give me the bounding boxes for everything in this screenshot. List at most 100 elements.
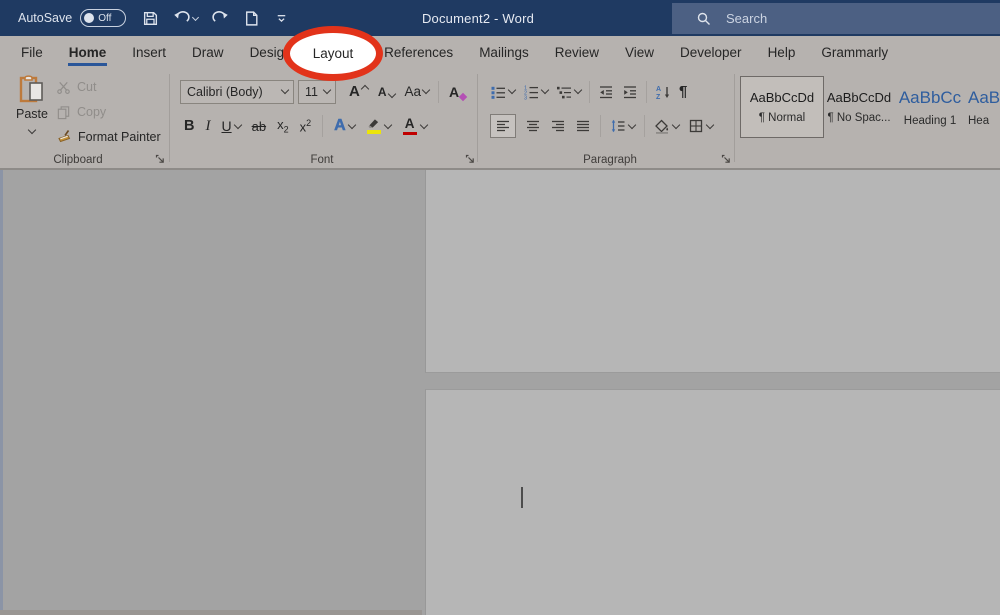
bold-button[interactable]: B xyxy=(184,118,194,134)
new-file-icon[interactable] xyxy=(243,10,260,27)
tab-review[interactable]: Review xyxy=(542,36,612,68)
font-name-combo[interactable]: Calibri (Body) xyxy=(180,80,294,104)
align-right-icon[interactable] xyxy=(550,118,566,134)
search-box[interactable] xyxy=(672,3,1000,34)
align-left-button[interactable] xyxy=(490,114,516,138)
numbering-dropdown-icon[interactable] xyxy=(541,86,549,94)
line-spacing-icon xyxy=(610,118,626,134)
bullets-dropdown-icon[interactable] xyxy=(508,86,516,94)
annotation-red-circle-icon xyxy=(283,26,383,81)
search-icon xyxy=(696,11,712,27)
paste-dropdown-icon[interactable] xyxy=(28,126,36,134)
copy-icon xyxy=(56,105,71,120)
underline-dropdown-icon[interactable] xyxy=(233,120,241,128)
font-color-button[interactable]: A xyxy=(402,117,427,135)
search-input[interactable] xyxy=(724,10,948,27)
format-painter-button[interactable]: Format Painter xyxy=(56,126,161,148)
font-size-dropdown-icon[interactable] xyxy=(323,86,331,94)
multilevel-list-button[interactable] xyxy=(556,84,581,100)
document-canvas[interactable] xyxy=(0,170,1000,615)
copy-button[interactable]: Copy xyxy=(56,101,106,123)
group-separator xyxy=(169,74,170,162)
italic-button[interactable]: I xyxy=(205,118,210,135)
text-effects-dropdown-icon[interactable] xyxy=(347,120,355,128)
style-heading-2-clipped[interactable]: AaB Hea xyxy=(966,76,1000,138)
subscript-button[interactable]: x2 xyxy=(277,118,289,135)
tab-grammarly[interactable]: Grammarly xyxy=(808,36,901,68)
save-icon[interactable] xyxy=(142,10,159,27)
multilevel-dropdown-icon[interactable] xyxy=(574,86,582,94)
style-preview: AaBbCcDd xyxy=(827,90,891,105)
font-group: Calibri (Body) 11 A A Aa xyxy=(172,68,478,168)
styles-gallery: AaBbCcDd ¶ Normal AaBbCcDd ¶ No Spac... … xyxy=(740,76,1000,138)
title-bar: AutoSave Off Document2 - Word xyxy=(0,0,1000,36)
text-effects-glyph: A xyxy=(334,117,346,135)
font-size-combo[interactable]: 11 xyxy=(298,80,336,104)
style-heading-1[interactable]: AaBbCc Heading 1 xyxy=(894,76,966,138)
tab-references[interactable]: References xyxy=(371,36,466,68)
tab-developer[interactable]: Developer xyxy=(667,36,755,68)
tab-mailings[interactable]: Mailings xyxy=(466,36,542,68)
clipboard-dialog-launcher-icon[interactable] xyxy=(154,153,166,165)
bullets-button[interactable] xyxy=(490,84,515,100)
paragraph-dialog-launcher-icon[interactable] xyxy=(720,153,732,165)
grow-font-button[interactable]: A xyxy=(344,84,373,99)
justify-icon[interactable] xyxy=(575,118,591,134)
window-left-edge xyxy=(0,170,3,615)
page-1[interactable] xyxy=(425,170,1000,373)
undo-dropdown-icon[interactable] xyxy=(192,13,199,20)
multilevel-list-icon xyxy=(556,84,572,100)
strikethrough-button[interactable]: ab xyxy=(252,119,266,134)
shading-button[interactable] xyxy=(654,118,679,134)
font-group-label: Font xyxy=(272,152,372,168)
autosave-toggle[interactable]: Off xyxy=(80,9,126,27)
paste-button[interactable]: Paste xyxy=(10,74,54,148)
underline-button[interactable]: U xyxy=(221,118,240,134)
borders-button[interactable] xyxy=(688,118,713,134)
page-2[interactable] xyxy=(425,389,1000,615)
clear-formatting-button[interactable]: A xyxy=(443,84,465,100)
font-dialog-launcher-icon[interactable] xyxy=(464,153,476,165)
redo-icon[interactable] xyxy=(212,10,229,27)
decrease-indent-icon[interactable] xyxy=(598,84,614,100)
increase-indent-icon[interactable] xyxy=(622,84,638,100)
numbering-button[interactable] xyxy=(523,84,548,100)
highlight-dropdown-icon[interactable] xyxy=(383,120,391,128)
tab-file[interactable]: File xyxy=(8,36,56,68)
cut-button[interactable]: Cut xyxy=(56,76,96,98)
tab-draw[interactable]: Draw xyxy=(179,36,237,68)
toggle-knob-icon xyxy=(84,13,94,23)
line-spacing-button[interactable] xyxy=(610,118,635,134)
borders-dropdown-icon[interactable] xyxy=(706,120,714,128)
change-case-button[interactable]: Aa xyxy=(400,84,435,99)
undo-icon xyxy=(173,10,190,27)
superscript-button[interactable]: x2 xyxy=(300,119,312,133)
font-color-dropdown-icon[interactable] xyxy=(419,120,427,128)
style-normal[interactable]: AaBbCcDd ¶ Normal xyxy=(740,76,824,138)
tab-view[interactable]: View xyxy=(612,36,667,68)
undo-button[interactable] xyxy=(173,10,198,27)
tab-insert[interactable]: Insert xyxy=(119,36,179,68)
tab-help[interactable]: Help xyxy=(755,36,809,68)
style-preview: AaB xyxy=(968,88,1000,108)
highlight-color-button[interactable] xyxy=(366,118,391,134)
shrink-font-button[interactable]: A xyxy=(373,86,400,98)
paragraph-group-label: Paragraph xyxy=(555,152,665,168)
tab-home[interactable]: Home xyxy=(56,36,120,68)
format-painter-icon xyxy=(56,129,72,145)
sort-icon[interactable] xyxy=(655,84,671,100)
autosave-state: Off xyxy=(98,13,111,24)
format-painter-label: Format Painter xyxy=(78,130,161,144)
grow-font-caret-icon xyxy=(361,85,369,93)
style-no-spacing[interactable]: AaBbCcDd ¶ No Spac... xyxy=(824,76,894,138)
eraser-icon xyxy=(459,92,467,100)
customize-qat-icon[interactable] xyxy=(274,11,289,26)
font-name-dropdown-icon[interactable] xyxy=(281,86,289,94)
change-case-dropdown-icon[interactable] xyxy=(422,86,430,94)
shading-dropdown-icon[interactable] xyxy=(672,120,680,128)
show-hide-marks-button[interactable]: ¶ xyxy=(679,83,687,100)
paste-label: Paste xyxy=(16,107,48,121)
text-effects-button[interactable]: A xyxy=(334,117,355,135)
line-spacing-dropdown-icon[interactable] xyxy=(628,120,636,128)
align-center-icon[interactable] xyxy=(525,118,541,134)
